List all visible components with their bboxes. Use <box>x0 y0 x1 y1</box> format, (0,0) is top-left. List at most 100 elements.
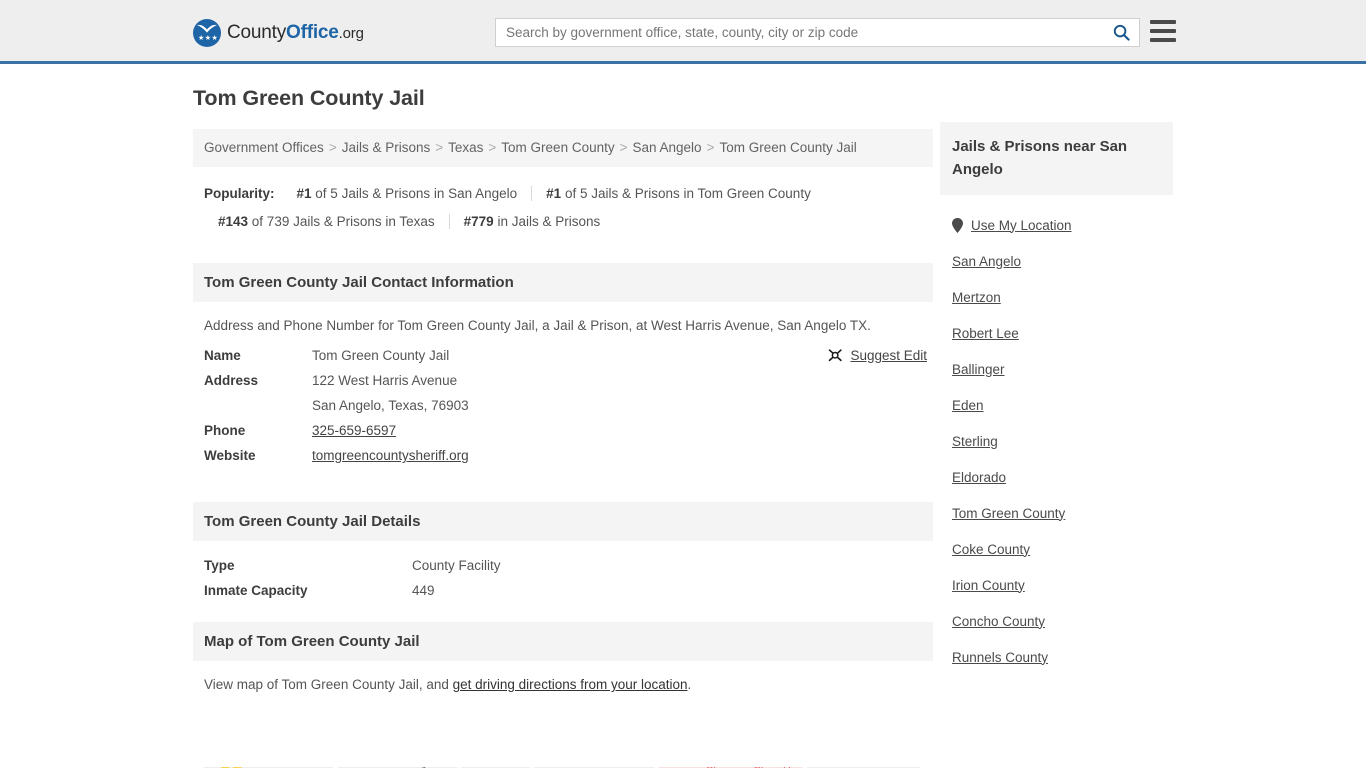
contact-section-header: Tom Green County Jail Contact Informatio… <box>193 263 933 302</box>
sidebar-item-use-my-location[interactable]: Use My Location <box>952 207 1161 243</box>
breadcrumb-separator-4: > <box>619 140 628 155</box>
contact-row-website: Website tomgreencountysheriff.org <box>204 443 922 468</box>
contact-row-name: Name Tom Green County Jail <box>204 343 922 368</box>
search-icon <box>1113 24 1130 41</box>
search-input[interactable] <box>496 19 1103 46</box>
contact-row-phone: Phone 325-659-6597 <box>204 418 922 443</box>
contact-value-name: Tom Green County Jail <box>312 348 450 363</box>
popularity-rank-1: #1 <box>296 186 312 201</box>
popularity-item-texas: #143 of 739 Jails & Prisons in Texas <box>204 214 449 229</box>
breadcrumb-item-san-angelo[interactable]: San Angelo <box>633 140 702 155</box>
sidebar-link-11[interactable]: Runnels County <box>952 650 1048 665</box>
hamburger-bar-3 <box>1150 38 1176 42</box>
edit-pencil-icon <box>829 349 843 362</box>
logo-text: CountyOffice.org <box>227 22 364 44</box>
breadcrumb-item-jails-prisons[interactable]: Jails & Prisons <box>342 140 431 155</box>
map-intro-post: . <box>687 677 692 692</box>
popularity-item-tom-green-county: #1 of 5 Jails & Prisons in Tom Green Cou… <box>531 186 825 201</box>
contact-key-website: Website <box>204 448 256 463</box>
sidebar-list: Use My Location San Angelo Mertzon Rober… <box>940 195 1173 675</box>
logo-text-office: Office <box>286 22 339 43</box>
contact-key-phone: Phone <box>204 423 246 438</box>
popularity-item-national: #779 in Jails & Prisons <box>448 214 615 229</box>
driving-directions-link[interactable]: get driving directions from your locatio… <box>453 677 688 692</box>
sidebar-link-9[interactable]: Irion County <box>952 578 1025 593</box>
sidebar-link-3[interactable]: Ballinger <box>952 362 1005 377</box>
details-value-type: County Facility <box>412 558 501 573</box>
sidebar-item-sterling[interactable]: Sterling <box>952 423 1161 459</box>
popularity-block: Popularity: #1 of 5 Jails & Prisons in Sa… <box>193 167 933 241</box>
contact-intro-text: Address and Phone Number for Tom Green C… <box>204 318 871 333</box>
sidebar-link-6[interactable]: Eldorado <box>952 470 1006 485</box>
contact-value-phone: 325-659-6597 <box>312 423 396 438</box>
sidebar-item-concho-county[interactable]: Concho County <box>952 603 1161 639</box>
sidebar-item-robert-lee[interactable]: Robert Lee <box>952 315 1161 351</box>
breadcrumb-separator-5: > <box>706 140 715 155</box>
breadcrumb-item-texas[interactable]: Texas <box>448 140 483 155</box>
hamburger-menu-icon[interactable] <box>1150 20 1176 42</box>
contact-value-address-city: San Angelo, Texas, 76903 <box>312 398 469 413</box>
breadcrumb-separator-3: > <box>488 140 497 155</box>
map-intro-text: View map of Tom Green County Jail, and g… <box>193 661 933 702</box>
breadcrumb-separator-1: > <box>328 140 337 155</box>
logo-text-county: County <box>227 22 287 43</box>
breadcrumb-item-government-offices[interactable]: Government Offices <box>204 140 324 155</box>
sidebar-link-1[interactable]: Mertzon <box>952 290 1001 305</box>
main-content-column: Tom Green County Jail Government Offices… <box>193 86 933 702</box>
details-row-capacity: Inmate Capacity 449 <box>204 578 922 603</box>
sidebar-item-irion-county[interactable]: Irion County <box>952 567 1161 603</box>
contact-value-website: tomgreencountysheriff.org <box>312 448 469 463</box>
popularity-label: Popularity: <box>204 186 275 201</box>
sidebar-link-5[interactable]: Sterling <box>952 434 998 449</box>
sidebar-link-2[interactable]: Robert Lee <box>952 326 1019 341</box>
contact-value-address-street: 122 West Harris Avenue <box>312 373 458 388</box>
popularity-rank-2: #1 <box>546 186 562 201</box>
sidebar-link-8[interactable]: Coke County <box>952 542 1030 557</box>
sidebar: Jails & Prisons near San Angelo Use My L… <box>940 122 1173 675</box>
hamburger-bar-1 <box>1150 20 1176 24</box>
sidebar-item-ballinger[interactable]: Ballinger <box>952 351 1161 387</box>
sidebar-item-eden[interactable]: Eden <box>952 387 1161 423</box>
popularity-text-2: of 5 Jails & Prisons in Tom Green County <box>561 186 811 201</box>
website-link[interactable]: tomgreencountysheriff.org <box>312 448 469 463</box>
sidebar-title: Jails & Prisons near San Angelo <box>940 122 1173 195</box>
details-row-type: Type County Facility <box>204 553 922 578</box>
eagle-wings-glyph <box>197 24 217 33</box>
phone-link[interactable]: 325-659-6597 <box>312 423 396 438</box>
details-table: Type County Facility Inmate Capacity 449 <box>193 541 933 603</box>
sidebar-item-mertzon[interactable]: Mertzon <box>952 279 1161 315</box>
map-section-header: Map of Tom Green County Jail <box>193 622 933 661</box>
contact-table: Suggest Edit Name Tom Green County Jail … <box>193 343 933 468</box>
sidebar-item-eldorado[interactable]: Eldorado <box>952 459 1161 495</box>
site-logo[interactable]: ★★★ CountyOffice.org <box>193 19 364 47</box>
popularity-rank-4: #779 <box>463 214 494 229</box>
popularity-item-san-angelo: #1 of 5 Jails & Prisons in San Angelo <box>283 186 532 201</box>
contact-row-address: Address 122 West Harris Avenue <box>204 368 922 393</box>
breadcrumb-item-tom-green-county[interactable]: Tom Green County <box>501 140 614 155</box>
sidebar-item-coke-county[interactable]: Coke County <box>952 531 1161 567</box>
search-bar[interactable] <box>495 18 1140 47</box>
sidebar-item-runnels-county[interactable]: Runnels County <box>952 639 1161 675</box>
sidebar-item-tom-green-county[interactable]: Tom Green County <box>952 495 1161 531</box>
use-my-location-link[interactable]: Use My Location <box>971 218 1072 233</box>
logo-text-org: .org <box>338 25 364 42</box>
hamburger-bar-2 <box>1150 29 1176 33</box>
breadcrumb-separator-2: > <box>435 140 444 155</box>
contact-key-address: Address <box>204 373 259 388</box>
search-button[interactable] <box>1103 19 1139 46</box>
eagle-shield-logo-icon: ★★★ <box>193 19 221 47</box>
popularity-text-3: of 739 Jails & Prisons in Texas <box>248 214 435 229</box>
contact-key-name: Name <box>204 348 241 363</box>
logo-stars-glyph: ★★★ <box>198 35 219 42</box>
popularity-text-4: in Jails & Prisons <box>493 214 601 229</box>
map-intro-pre: View map of Tom Green County Jail, and <box>204 677 453 692</box>
details-key-capacity: Inmate Capacity <box>204 583 308 598</box>
sidebar-link-7[interactable]: Tom Green County <box>952 506 1065 521</box>
popularity-rank-3: #143 <box>218 214 249 229</box>
sidebar-item-san-angelo[interactable]: San Angelo <box>952 243 1161 279</box>
sidebar-link-0[interactable]: San Angelo <box>952 254 1021 269</box>
sidebar-link-4[interactable]: Eden <box>952 398 984 413</box>
sidebar-link-10[interactable]: Concho County <box>952 614 1045 629</box>
details-section-header: Tom Green County Jail Details <box>193 502 933 541</box>
suggest-edit-button[interactable]: Suggest Edit <box>828 348 927 363</box>
